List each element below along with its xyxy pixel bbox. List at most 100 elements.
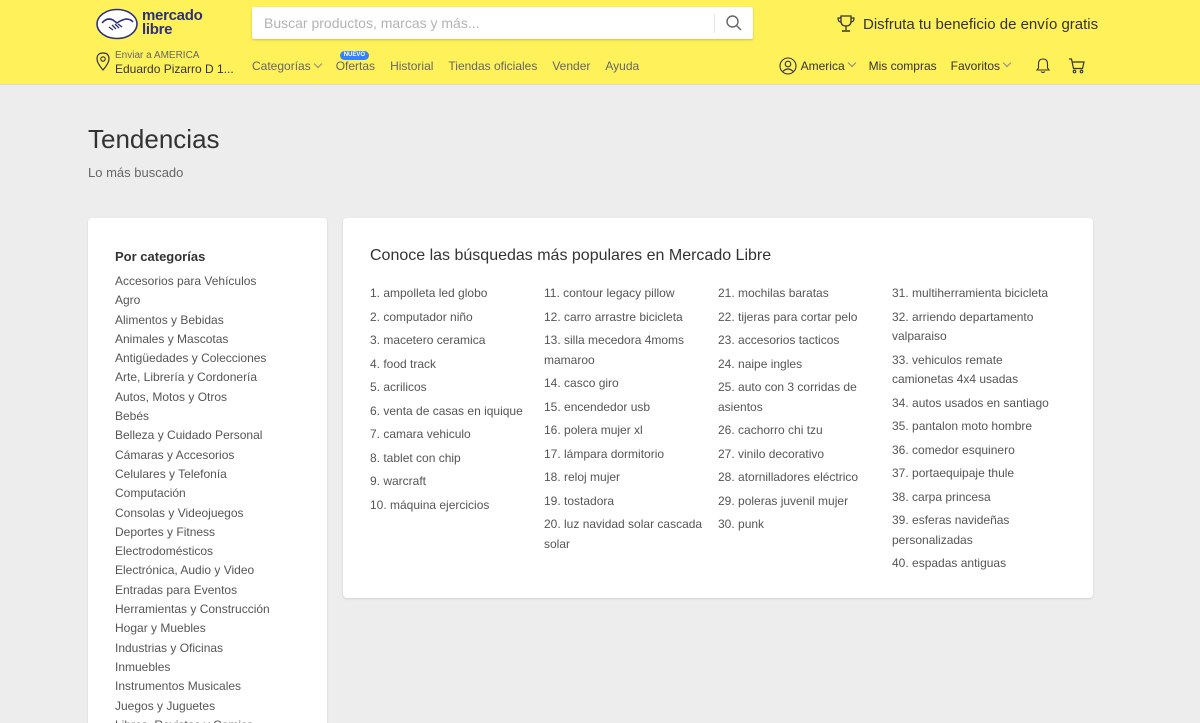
nav-historial[interactable]: Historial [390,59,433,75]
chevron-down-icon [1002,58,1012,68]
trend-search-link[interactable]: 36. comedor esquinero [892,441,1052,461]
search-bar [252,7,753,39]
address-label: Enviar a AMERICA [115,49,200,61]
main-nav: Categorías NUEVO Ofertas Historial Tienda… [252,51,654,75]
sidebar-category-item[interactable]: Autos, Motos y Otros [115,390,270,409]
trend-search-link[interactable]: 4. food track [370,355,530,375]
trend-search-link[interactable]: 17. lámpara dormitorio [544,445,704,465]
trend-search-link[interactable]: 3. macetero ceramica [370,331,530,351]
trend-search-link[interactable]: 29. poleras juvenil mujer [718,492,878,512]
trends-title: Conoce las búsquedas más populares en Me… [370,247,772,264]
cart-icon[interactable] [1068,57,1086,75]
trend-search-link[interactable]: 2. computador niño [370,308,530,328]
trend-search-link[interactable]: 31. multiherramienta bicicleta [892,284,1052,304]
trends-column-1: 1. ampolleta led globo 2. computador niño… [370,284,530,519]
trend-search-link[interactable]: 25. auto con 3 corridas de asientos [718,378,878,417]
chevron-down-icon [847,58,856,68]
search-input[interactable] [264,7,704,39]
search-divider [714,14,715,33]
nav-tiendas-oficiales[interactable]: Tiendas oficiales [448,59,537,75]
trend-search-link[interactable]: 14. casco giro [544,374,704,394]
sidebar-category-item[interactable]: Instrumentos Musicales [115,679,270,698]
trend-search-link[interactable]: 33. vehiculos remate camionetas 4x4 usad… [892,351,1052,390]
trend-search-link[interactable]: 18. reloj mujer [544,468,704,488]
sidebar-category-item[interactable]: Cámaras y Accesorios [115,448,270,467]
promo-text: Disfruta tu beneficio de envío gratis [863,15,1099,33]
user-nav: America Mis compras Favoritos [765,56,1086,76]
favorites-menu[interactable]: Favoritos [951,58,1012,73]
nav-categorias[interactable]: Categorías [252,59,322,75]
sidebar-category-item[interactable]: Deportes y Fitness [115,525,270,544]
trend-search-link[interactable]: 34. autos usados en santiago [892,394,1052,414]
trend-search-link[interactable]: 22. tijeras para cortar pelo [718,308,878,328]
sidebar-category-item[interactable]: Electrodomésticos [115,544,270,563]
trend-search-link[interactable]: 12. carro arrastre bicicleta [544,308,704,328]
shipping-address[interactable]: Enviar a AMERICA Eduardo Pizarro D 1... [95,48,234,76]
sidebar-category-item[interactable]: Animales y Mascotas [115,332,270,351]
trend-search-link[interactable]: 8. tablet con chip [370,449,530,469]
free-shipping-promo[interactable]: Disfruta tu beneficio de envío gratis [836,13,1098,35]
sidebar-category-item[interactable]: Libros, Revistas y Comics [115,718,270,723]
trend-search-link[interactable]: 1. ampolleta led globo [370,284,530,304]
trend-search-link[interactable]: 27. vinilo decorativo [718,445,878,465]
sidebar-category-item[interactable]: Entradas para Eventos [115,583,270,602]
trend-search-link[interactable]: 6. venta de casas en iquique [370,402,530,422]
sidebar-category-item[interactable]: Alimentos y Bebidas [115,313,270,332]
sidebar-category-item[interactable]: Industrias y Oficinas [115,641,270,660]
nav-vender[interactable]: Vender [552,59,590,75]
sidebar-category-item[interactable]: Arte, Librería y Cordonería [115,370,270,389]
sidebar-category-item[interactable]: Herramientas y Construcción [115,602,270,621]
sidebar-category-item[interactable]: Antigüedades y Colecciones [115,351,270,370]
trend-search-link[interactable]: 40. espadas antiguas [892,554,1052,574]
my-purchases-link[interactable]: Mis compras [869,59,937,73]
search-icon[interactable] [725,14,743,32]
trend-search-link[interactable]: 13. silla mecedora 4moms mamaroo [544,331,704,370]
nav-ofertas[interactable]: NUEVO Ofertas [336,51,375,75]
sidebar-category-item[interactable]: Consolas y Videojuegos [115,506,270,525]
sidebar-category-item[interactable]: Bebés [115,409,270,428]
user-avatar-icon [779,57,797,75]
trends-column-4: 31. multiherramienta bicicleta 32. arrien… [892,284,1052,578]
sidebar-category-item[interactable]: Belleza y Cuidado Personal [115,428,270,447]
mercadolibre-logo[interactable]: mercado libre [96,7,216,41]
sidebar-category-item[interactable]: Computación [115,486,270,505]
sidebar-category-item[interactable]: Celulares y Telefonía [115,467,270,486]
trends-column-3: 21. mochilas baratas 22. tijeras para cor… [718,284,878,539]
sidebar-category-item[interactable]: Juegos y Juguetes [115,699,270,718]
trend-search-link[interactable]: 5. acrilicos [370,378,530,398]
chevron-down-icon [313,59,322,69]
sidebar-category-item[interactable]: Electrónica, Audio y Video [115,563,270,582]
trend-search-link[interactable]: 23. accesorios tacticos [718,331,878,351]
sidebar-category-item[interactable]: Inmuebles [115,660,270,679]
bell-icon[interactable] [1034,57,1052,75]
sidebar-category-item[interactable]: Hogar y Muebles [115,621,270,640]
trend-search-link[interactable]: 28. atornilladores eléctrico [718,468,878,488]
trend-search-link[interactable]: 19. tostadora [544,492,704,512]
trend-search-link[interactable]: 20. luz navidad solar cascada solar [544,515,704,554]
trend-search-link[interactable]: 9. warcraft [370,472,530,492]
trend-search-link[interactable]: 24. naipe ingles [718,355,878,375]
trend-search-link[interactable]: 35. pantalon moto hombre [892,417,1052,437]
trend-search-link[interactable]: 11. contour legacy pillow [544,284,704,304]
address-value: Eduardo Pizarro D 1... [115,61,234,76]
handshake-logo-icon [96,8,138,40]
sidebar-category-item[interactable]: Agro [115,293,270,312]
sidebar-category-item[interactable]: Accesorios para Vehículos [115,274,270,293]
user-menu[interactable]: America [779,57,856,75]
trend-search-link[interactable]: 21. mochilas baratas [718,284,878,304]
nav-ayuda[interactable]: Ayuda [605,59,639,75]
trend-search-link[interactable]: 7. camara vehiculo [370,425,530,445]
trend-search-link[interactable]: 32. arriendo departamento valparaiso [892,308,1052,347]
trend-search-link[interactable]: 10. máquina ejercicios [370,496,530,516]
trend-search-link[interactable]: 37. portaequipaje thule [892,464,1052,484]
category-sidebar: Por categorías Accesorios para Vehículos… [88,218,327,723]
trend-search-link[interactable]: 38. carpa princesa [892,488,1052,508]
trend-search-link[interactable]: 15. encendedor usb [544,398,704,418]
trend-search-link[interactable]: 16. polera mujer xl [544,421,704,441]
trends-card: Conoce las búsquedas más populares en Me… [343,218,1093,598]
trend-search-link[interactable]: 26. cachorro chi tzu [718,421,878,441]
trend-search-link[interactable]: 30. punk [718,515,878,535]
trend-search-link[interactable]: 39. esferas navideñas personalizadas [892,511,1052,550]
logo-wordmark: mercado libre [142,7,203,38]
new-badge: NUEVO [339,51,370,60]
